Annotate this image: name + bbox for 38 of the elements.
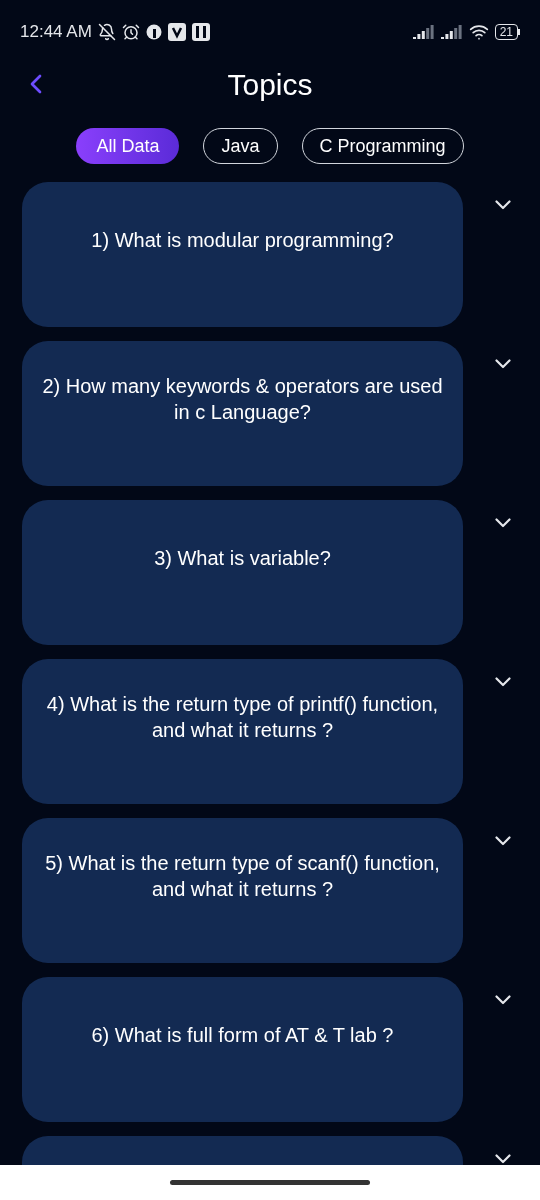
bell-off-icon: [97, 23, 116, 41]
chevron-down-icon: [495, 995, 511, 1005]
question-text: 5) What is the return type of scanf() function, and what it returns ?: [44, 851, 441, 902]
square-app-icon: [167, 23, 186, 41]
signal-icon: [412, 25, 435, 39]
expand-button[interactable]: [495, 995, 511, 1005]
circle-app-icon: [145, 24, 162, 40]
wifi-icon: [468, 22, 489, 42]
expand-button[interactable]: [495, 359, 511, 369]
question-card[interactable]: 5) What is the return type of scanf() function, and what it returns ?: [22, 818, 463, 963]
question-card[interactable]: 1) What is modular programming?: [22, 182, 463, 327]
question-text: 4) What is the return type of printf() function, and what it returns ?: [45, 692, 440, 743]
chevron-down-icon: [495, 1154, 511, 1164]
question-card[interactable]: 6) What is full form of AT & T lab ?: [22, 977, 463, 1122]
question-text: 6) What is full form of AT & T lab ?: [91, 1023, 394, 1048]
battery-icon: 21: [494, 24, 520, 40]
question-text: 3) What is variable?: [154, 546, 331, 571]
expand-button[interactable]: [495, 677, 511, 687]
chevron-down-icon: [495, 200, 511, 210]
expand-button[interactable]: [495, 1154, 511, 1164]
expand-button[interactable]: [495, 518, 511, 528]
question-card[interactable]: 4) What is the return type of printf() function, and what it returns ?: [22, 659, 463, 804]
signal-icon: [440, 25, 463, 39]
expand-button[interactable]: [495, 836, 511, 846]
chevron-down-icon: [495, 359, 511, 369]
question-text: 1) What is modular programming?: [91, 228, 394, 253]
question-card[interactable]: 2) How many keywords & operators are used in c Language?: [22, 341, 463, 486]
page-title: Topics: [227, 66, 313, 103]
filter-tab[interactable]: All Data: [76, 128, 180, 164]
chevron-down-icon: [495, 836, 511, 846]
alarm-icon: [121, 23, 140, 41]
expand-button[interactable]: [495, 200, 511, 210]
chevron-down-icon: [495, 677, 511, 687]
square-app-icon: [191, 23, 210, 41]
status-time: 12:44 AM: [20, 21, 92, 44]
question-card[interactable]: 3) What is variable?: [22, 500, 463, 645]
question-text: 2) How many keywords & operators are used in c Language?: [41, 374, 444, 425]
chevron-down-icon: [495, 518, 511, 528]
